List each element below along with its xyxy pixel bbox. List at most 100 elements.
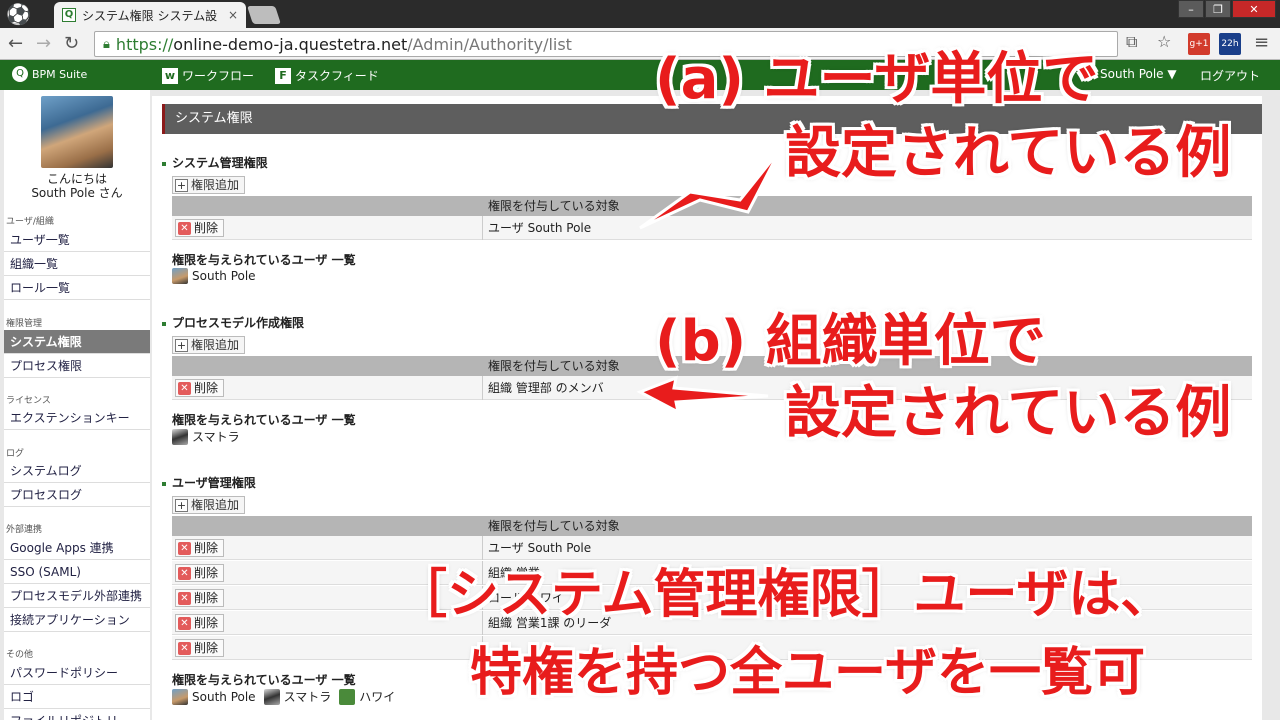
delete-button[interactable]: ✕ 削除 — [175, 219, 225, 237]
column-divider — [482, 216, 483, 240]
logout-label: ログアウト — [1200, 69, 1261, 83]
browser-tab[interactable]: Q システム権限 システム設 × — [54, 2, 246, 28]
sidebar-group-external: 外部連携 — [6, 525, 43, 535]
sidebar-item-system-perm[interactable]: システム権限 — [4, 330, 150, 354]
annotation-a-line1: (a) ユーザ単位で — [655, 47, 1099, 112]
granted-users-list: スマトラ — [172, 428, 240, 445]
menu-icon[interactable]: ≡ — [1254, 32, 1269, 53]
workflow-icon: w — [162, 67, 178, 84]
greeting: こんにちは South Pole さん — [4, 172, 150, 200]
granted-users-label: 権限を与えられているユーザ 一覧 — [172, 413, 356, 427]
nav-workflow-label: ワークフロー — [182, 69, 255, 83]
target-column-header: 権限を付与している対象 — [488, 519, 620, 533]
add-permission-button[interactable]: + 権限追加 — [172, 176, 246, 194]
delete-button[interactable]: ✕ 削除 — [175, 564, 225, 582]
tab-close-icon[interactable]: × — [228, 8, 238, 22]
sidebar-item-google-apps[interactable]: Google Apps 連携 — [4, 536, 150, 560]
add-permission-label: 権限追加 — [191, 498, 240, 512]
delete-button[interactable]: ✕ 削除 — [175, 539, 225, 557]
user-name[interactable]: South Pole — [192, 690, 256, 704]
sidebar-item-model-ext[interactable]: プロセスモデル外部連携 — [4, 584, 150, 608]
granted-users-list: South Pole — [172, 268, 256, 284]
granted-users-label: 権限を与えられているユーザ 一覧 — [172, 253, 356, 267]
url-scheme: https:// — [115, 34, 174, 54]
sidebar-item-process-perm[interactable]: プロセス権限 — [4, 354, 150, 378]
user-name[interactable]: South Pole — [192, 269, 256, 283]
annotation-b-line1: (b) 組織単位で — [655, 309, 1046, 374]
target-cell: 組織 管理部 のメンバ — [488, 381, 604, 395]
sidebar-group-other: その他 — [6, 650, 34, 660]
delete-label: 削除 — [194, 566, 219, 580]
sidebar-item-password-policy[interactable]: パスワードポリシー — [4, 661, 150, 685]
nav-workflow[interactable]: w ワークフロー — [162, 67, 254, 84]
sidebar-item-role-list[interactable]: ロール一覧 — [4, 276, 150, 300]
sidebar-item-file-repo[interactable]: ファイルリポジトリ — [4, 709, 150, 720]
sidebar-group-log: ログ — [6, 449, 25, 459]
sidebar-item-logo[interactable]: ロゴ — [4, 685, 150, 709]
delete-button[interactable]: ✕ 削除 — [175, 639, 225, 657]
add-permission-label: 権限追加 — [191, 178, 240, 192]
plus-icon: + — [175, 338, 188, 352]
sidebar-item-system-log[interactable]: システムログ — [4, 459, 150, 483]
back-arrow-icon[interactable]: ← — [8, 34, 23, 54]
delete-icon: ✕ — [178, 221, 191, 235]
annotation-a-line2: 設定されている例 — [785, 121, 1232, 186]
browser-tabstrip: ⚽ Q システム権限 システム設 × – ❐ ✕ — [0, 0, 1280, 28]
delete-label: 削除 — [194, 221, 219, 235]
delete-label: 削除 — [194, 541, 219, 555]
questetra-logo-icon: Q — [12, 66, 28, 82]
add-permission-label: 権限追加 — [191, 338, 240, 352]
greeting-line1: こんにちは — [46, 172, 107, 186]
sidebar-item-sso[interactable]: SSO (SAML) — [4, 560, 150, 584]
delete-icon: ✕ — [178, 381, 191, 395]
user-avatar-icon — [172, 688, 188, 705]
target-cell: ユーザ South Pole — [488, 221, 592, 235]
sidebar-item-user-list[interactable]: ユーザ一覧 — [4, 228, 150, 252]
delete-icon: ✕ — [178, 541, 191, 555]
delete-button[interactable]: ✕ 削除 — [175, 614, 225, 632]
reload-icon[interactable]: ↻ — [64, 34, 79, 54]
plus-icon: + — [175, 498, 188, 512]
delete-icon: ✕ — [178, 616, 191, 630]
nav-taskfeed[interactable]: F タスクフィード — [275, 67, 379, 84]
sidebar-item-process-log[interactable]: プロセスログ — [4, 483, 150, 507]
url-path: /Admin/Authority/list — [407, 34, 572, 54]
plus-icon: + — [175, 178, 188, 192]
page-zoom-icon[interactable]: ⧉ — [1126, 32, 1137, 52]
user-avatar-icon — [339, 688, 356, 705]
logout-link[interactable]: ログアウト — [1200, 67, 1260, 84]
delete-icon: ✕ — [178, 591, 191, 605]
user-menu-label: South Pole ▼ — [1100, 67, 1177, 81]
forward-arrow-icon[interactable]: → — [36, 34, 51, 54]
add-permission-button[interactable]: + 権限追加 — [172, 336, 246, 354]
user-name[interactable]: スマトラ — [192, 428, 240, 445]
tab-title: システム権限 システム設 — [82, 8, 218, 23]
add-permission-button[interactable]: + 権限追加 — [172, 496, 246, 514]
user-name[interactable]: スマトラ — [284, 688, 332, 705]
delete-icon: ✕ — [178, 566, 191, 580]
annotation-b-line2: 設定されている例 — [785, 381, 1232, 446]
delete-button[interactable]: ✕ 削除 — [175, 589, 225, 607]
annotation-c-line1: ［システム管理権限］ユーザは、 — [395, 565, 1173, 625]
user-menu[interactable]: South Pole ▼ — [1100, 67, 1177, 81]
avatar[interactable] — [41, 96, 113, 168]
bookmark-star-icon[interactable]: ☆ — [1157, 32, 1171, 51]
window-close-icon[interactable]: ✕ — [1232, 0, 1276, 18]
calendar-22h-icon[interactable]: 22h — [1219, 33, 1241, 55]
sidebar-item-org-list[interactable]: 組織一覧 — [4, 252, 150, 276]
delete-button[interactable]: ✕ 削除 — [175, 379, 225, 397]
sidebar-item-connected-apps[interactable]: 接続アプリケーション — [4, 608, 150, 632]
google-plus-one-icon[interactable]: g+1 — [1188, 33, 1210, 55]
new-tab-button[interactable] — [247, 6, 281, 24]
maximize-icon[interactable]: ❐ — [1205, 0, 1231, 18]
sidebar-item-extension-key[interactable]: エクステンションキー — [4, 406, 150, 430]
user-name[interactable]: ハワイ — [359, 688, 395, 705]
lock-icon: 🔒︎ — [103, 36, 110, 52]
annotation-arrow-b — [636, 375, 769, 415]
annotation-c-line2: 特権を持つ全ユーザを一覧可 — [470, 643, 1145, 703]
sidebar-group-perm: 権限管理 — [6, 319, 43, 329]
minimize-icon[interactable]: – — [1178, 0, 1204, 18]
bpm-logo[interactable]: Q BPM Suite — [12, 66, 87, 82]
delete-label: 削除 — [194, 381, 219, 395]
delete-label: 削除 — [194, 616, 219, 630]
